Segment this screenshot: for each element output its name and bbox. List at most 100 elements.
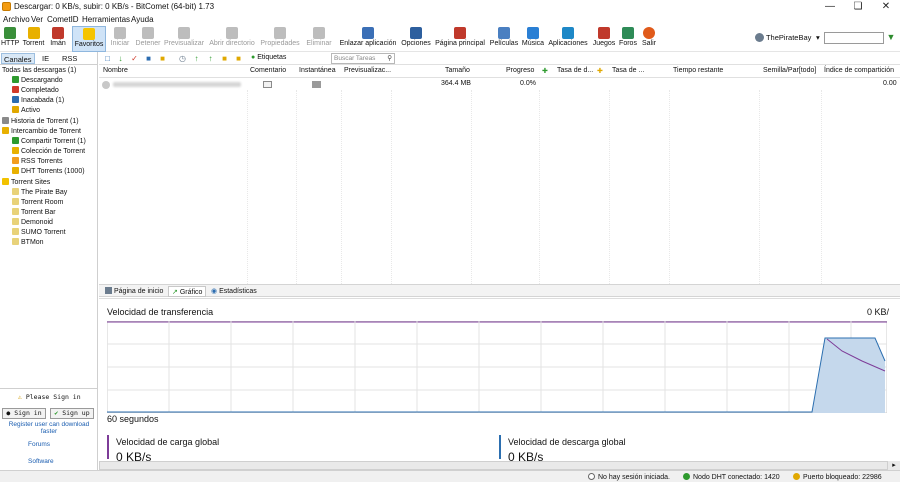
favorites-button[interactable]: Favoritos: [72, 26, 106, 52]
http-button[interactable]: HTTP: [1, 26, 19, 52]
magnet-icon: [52, 27, 64, 39]
forums-link[interactable]: Forums: [28, 441, 50, 448]
close-button[interactable]: ✕: [872, 0, 900, 14]
share-icon[interactable]: ↑: [192, 54, 201, 63]
download-icon[interactable]: ↓: [116, 54, 125, 63]
go-button[interactable]: ▼: [885, 32, 897, 44]
open-directory-button[interactable]: Abrir directorio: [207, 26, 257, 52]
stop-square-icon[interactable]: ■: [144, 54, 153, 63]
select-all-icon[interactable]: □: [103, 54, 112, 63]
stop-icon: [142, 27, 154, 39]
tab-ie[interactable]: IE: [40, 53, 51, 64]
exit-button[interactable]: Salir: [640, 26, 658, 52]
collection-icon: [12, 147, 19, 154]
start-button[interactable]: Iniciar: [108, 26, 132, 52]
restore-button[interactable]: ❏: [844, 0, 872, 14]
tree-item-inacabada[interactable]: Inacabada (1): [12, 96, 64, 106]
music-button[interactable]: Música: [521, 26, 545, 52]
stop-button[interactable]: Detener: [134, 26, 162, 52]
col-tiempo-restante[interactable]: Tiempo restante: [673, 67, 723, 74]
active-icon[interactable]: ■: [158, 54, 167, 63]
tab-rss[interactable]: RSS: [60, 53, 79, 64]
col-nombre[interactable]: Nombre: [103, 67, 128, 74]
task-size: 364.4 MB: [441, 80, 471, 87]
movies-icon: [498, 27, 510, 39]
upload-speed-label: Velocidad de carga global: [116, 437, 220, 447]
col-indice-comparticion[interactable]: Índice de compartición: [824, 67, 894, 74]
scroll-right-icon[interactable]: ▸: [888, 461, 900, 470]
link-application-button[interactable]: Enlazar aplicación: [339, 26, 397, 52]
tree-item-room[interactable]: Torrent Room: [12, 198, 63, 208]
col-semilla-par[interactable]: Semilla/Par[todo]: [763, 67, 816, 74]
tree-item-bar[interactable]: Torrent Bar: [12, 208, 56, 218]
history-icon[interactable]: ◷: [178, 54, 187, 63]
site-search-input[interactable]: [824, 32, 884, 44]
tree-item-compartir[interactable]: Compartir Torrent (1): [12, 137, 86, 147]
tree-item-coleccion[interactable]: Colección de Torrent: [12, 147, 85, 157]
tab-grafico[interactable]: ↗ Gráfico: [168, 286, 207, 297]
options-button[interactable]: Opciones: [400, 26, 432, 52]
tree-item-btmon[interactable]: BTMon: [12, 238, 44, 248]
tree-item-completado[interactable]: Completado: [12, 86, 59, 96]
menu-ver[interactable]: Ver: [31, 15, 43, 24]
table-row[interactable]: 364.4 MB 0.0% 0.00: [99, 79, 900, 90]
games-button[interactable]: Juegos: [591, 26, 617, 52]
tree-item-descargando[interactable]: Descargando: [12, 76, 63, 86]
col-tasa-subida[interactable]: Tasa de ...: [612, 67, 644, 74]
homepage-button[interactable]: Página principal: [434, 26, 486, 52]
task-status-icon: [102, 81, 110, 89]
tree-item-intercambio[interactable]: Intercambio de Torrent: [2, 127, 81, 137]
delete-button[interactable]: Eliminar: [303, 26, 335, 52]
tree-item-demonoid[interactable]: Demonoid: [12, 218, 53, 228]
movies-button[interactable]: Películas: [489, 26, 519, 52]
col-comentario[interactable]: Comentario: [250, 67, 286, 74]
pirate-bay-icon: [755, 33, 764, 42]
status-bar: No hay sesión iniciada. Nodo DHT conecta…: [0, 470, 900, 482]
preview-button[interactable]: Previsualizar: [163, 26, 205, 52]
rss-icon[interactable]: ■: [234, 54, 243, 63]
col-instantanea[interactable]: Instantánea: [299, 67, 336, 74]
menu-ayuda[interactable]: Ayuda: [131, 15, 154, 24]
sign-in-button[interactable]: ● Sign in: [2, 408, 46, 419]
upload-icon[interactable]: ↑: [206, 54, 215, 63]
sign-up-button[interactable]: ✔ Sign up: [50, 408, 94, 419]
task-search-input[interactable]: Buscar Tareas ⚲: [331, 53, 395, 64]
torrent-button[interactable]: Torrent: [21, 26, 46, 52]
horizontal-scrollbar[interactable]: [99, 461, 888, 470]
tree-item-historia[interactable]: Historia de Torrent (1): [2, 117, 79, 127]
tree-item-tpb[interactable]: The Pirate Bay: [12, 188, 67, 198]
http-icon: [4, 27, 16, 39]
tree-item-todas[interactable]: Todas las descargas (1): [2, 66, 76, 76]
tab-canales[interactable]: Canales: [1, 53, 35, 64]
minimize-button[interactable]: —: [816, 0, 844, 14]
col-tasa-descarga[interactable]: Tasa de d...: [557, 67, 593, 74]
check-icon[interactable]: ✓: [130, 54, 139, 63]
tags-button[interactable]: ● Etiquetas: [251, 54, 286, 61]
software-link[interactable]: Software: [28, 458, 54, 465]
menu-herramientas[interactable]: Herramientas: [82, 15, 130, 24]
col-progreso[interactable]: Progreso: [506, 67, 534, 74]
tree-item-dht[interactable]: DHT Torrents (1000): [12, 167, 85, 177]
forums-icon: [622, 27, 634, 39]
link-app-icon: [362, 27, 374, 39]
properties-button[interactable]: Propiedades: [259, 26, 301, 52]
register-link[interactable]: Register user can download faster: [0, 421, 98, 435]
exchange-icon: [2, 127, 9, 134]
window-title: Descargar: 0 KB/s, subir: 0 KB/s - BitCo…: [14, 2, 215, 11]
site-icon: [12, 198, 19, 205]
tab-pagina-inicio[interactable]: Página de inicio: [102, 286, 166, 297]
tree-item-rss[interactable]: RSS Torrents: [12, 157, 63, 167]
magnet-button[interactable]: Imán: [48, 26, 68, 52]
col-tamano[interactable]: Tamaño: [445, 67, 470, 74]
forums-button[interactable]: Foros: [618, 26, 638, 52]
collection-icon[interactable]: ■: [220, 54, 229, 63]
tree-item-sumo[interactable]: SUMO Torrent: [12, 228, 66, 238]
tree-item-sites[interactable]: Torrent Sites: [2, 178, 50, 188]
col-previsualizacion[interactable]: Previsualizac...: [344, 67, 391, 74]
menu-archivo[interactable]: Archivo: [3, 15, 30, 24]
menu-cometid[interactable]: CometID: [47, 15, 79, 24]
tree-item-activo[interactable]: Activo: [12, 106, 40, 116]
tab-estadisticas[interactable]: ◉ Estadísticas: [208, 286, 260, 297]
site-select[interactable]: ThePirateBay ▾: [755, 33, 825, 44]
applications-button[interactable]: Aplicaciones: [547, 26, 589, 52]
